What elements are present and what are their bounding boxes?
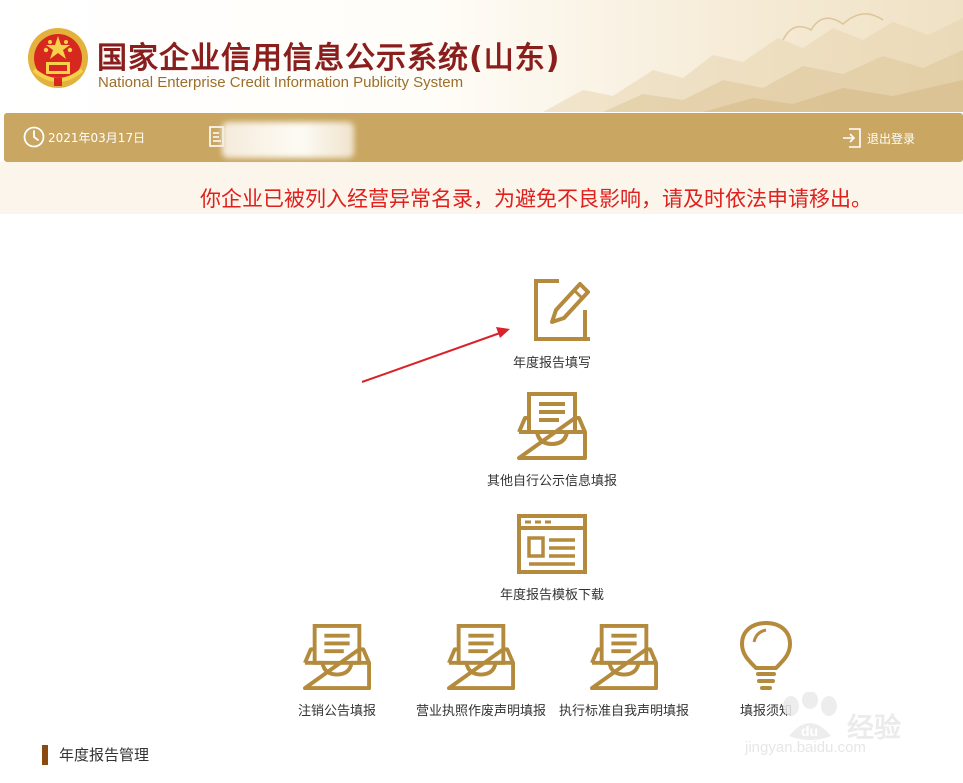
logout-button[interactable]: 退出登录 [841, 127, 915, 149]
top-toolbar: 2021年03月17日 退出登录 [4, 113, 963, 162]
inbox-tray-icon [447, 624, 516, 691]
section-title: 年度报告管理 [59, 746, 150, 764]
clock-icon [23, 126, 45, 148]
logout-icon [842, 128, 861, 148]
tile-deregistration-notice[interactable]: 注销公告填报 [282, 624, 392, 719]
tile-label: 注销公告填报 [297, 704, 376, 719]
abnormal-list-notice: 你企业已被列入经营异常名录，为避免不良影响，请及时依法申请移出。 [0, 162, 963, 214]
edit-pencil-icon [534, 279, 590, 341]
watermark-url: jingyan.baidu.com [745, 739, 866, 756]
tile-other-disclosure[interactable]: 其他自行公示信息填报 [473, 392, 631, 489]
notice-text: 你企业已被列入经营异常名录，为避免不良影响，请及时依法申请移出。 [200, 187, 872, 211]
inbox-tray-icon [589, 624, 658, 691]
template-window-icon [517, 514, 587, 574]
svg-text:du: du [801, 723, 818, 739]
current-date: 2021年03月17日 [48, 131, 146, 145]
tile-label: 年度报告模板下载 [499, 588, 604, 603]
inbox-tray-icon [303, 624, 371, 691]
baidu-jingyan-watermark: du 经验 jingyan.baidu.com [737, 676, 963, 783]
mountain-landscape-decoration [543, 13, 963, 112]
tile-annual-report-fill[interactable]: 年度报告填写 [492, 274, 612, 371]
tile-license-void-statement[interactable]: 营业执照作废声明填报 [410, 624, 552, 719]
section-marker [42, 744, 48, 765]
redacted-company-name [222, 122, 354, 158]
inbox-tray-icon [517, 392, 587, 460]
tile-label: 其他自行公示信息填报 [486, 474, 617, 489]
tile-label: 年度报告填写 [512, 356, 591, 371]
paw-logo-icon: du [783, 692, 837, 740]
tile-template-download[interactable]: 年度报告模板下载 [487, 512, 617, 603]
section-annual-report-management: 年度报告管理 [42, 744, 149, 765]
national-emblem-icon [28, 28, 88, 88]
site-title: 国家企业信用信息公示系统(山东) [97, 41, 561, 76]
logout-label: 退出登录 [866, 131, 915, 146]
tile-standard-self-declaration[interactable]: 执行标准自我声明填报 [553, 624, 695, 719]
site-subtitle: National Enterprise Credit Information P… [98, 74, 464, 91]
site-header: 国家企业信用信息公示系统(山东) National Enterprise Cre… [0, 0, 963, 112]
tile-label: 营业执照作废声明填报 [415, 704, 546, 719]
tile-label: 执行标准自我声明填报 [558, 704, 689, 719]
